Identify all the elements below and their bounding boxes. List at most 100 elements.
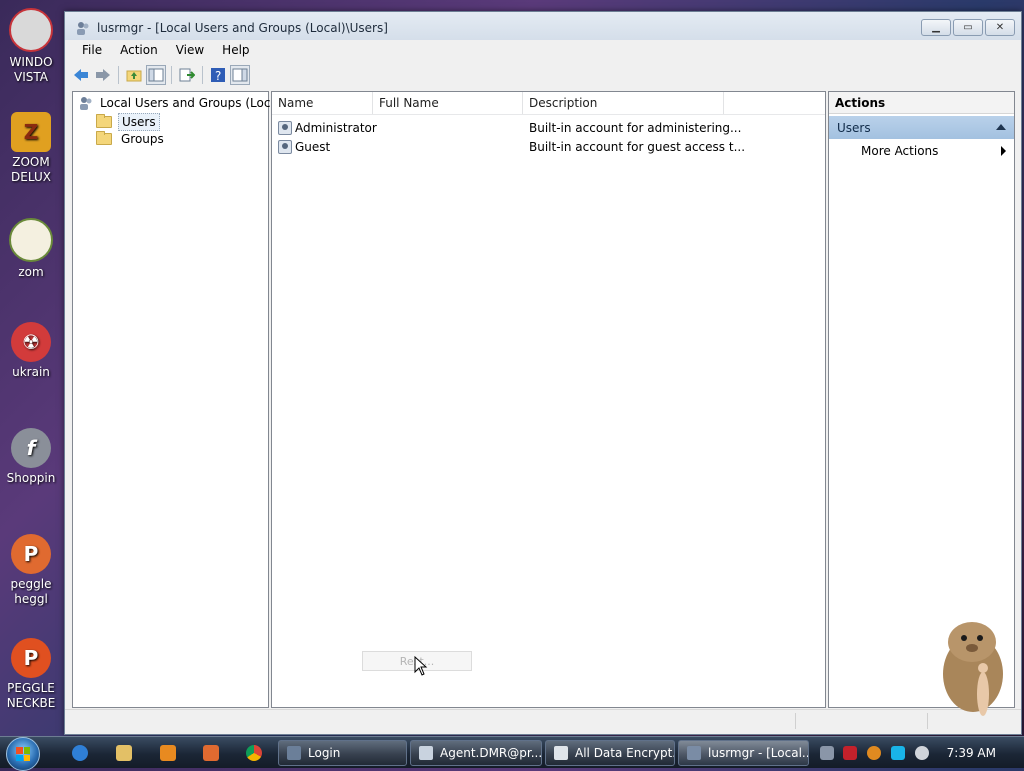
peggle-nights-icon: P — [11, 638, 51, 678]
peggle-icon: P — [11, 534, 51, 574]
table-row[interactable]: Administrator Built-in account for admin… — [272, 118, 825, 137]
close-icon: ✕ — [995, 22, 1005, 33]
start-button[interactable] — [6, 737, 40, 771]
column-full-name[interactable]: Full Name — [373, 92, 523, 114]
taskbar-clock[interactable]: 7:39 AM — [947, 746, 996, 760]
folder-icon — [96, 114, 112, 128]
maximize-button[interactable]: ▭ — [953, 19, 983, 36]
console-tree: Local Users and Groups (Local) Users Gro… — [72, 91, 286, 708]
zoom-icon: Z — [11, 112, 51, 152]
toolbar-separator — [118, 66, 119, 84]
help-icon: ? — [211, 68, 225, 83]
export-list-icon — [179, 68, 195, 82]
mouse-cursor-icon — [414, 656, 428, 676]
taskbar: Login Agent.DMR@pr... All Data Encrypt..… — [0, 736, 1024, 771]
users-list: Name Full Name Description Administrator… — [271, 91, 826, 708]
tree-item-groups[interactable]: Groups — [96, 131, 167, 147]
desktop-character-gadget — [943, 622, 1003, 716]
tree-root-label: Local Users and Groups (Local) — [100, 96, 286, 110]
up-one-level-button[interactable] — [124, 65, 144, 85]
window-title: lusrmgr - [Local Users and Groups (Local… — [97, 20, 388, 35]
media-player-icon[interactable] — [160, 745, 176, 761]
lusrmgr-window: lusrmgr - [Local Users and Groups (Local… — [64, 11, 1022, 735]
tree-item-users-label: Users — [118, 113, 160, 131]
tree-item-users[interactable]: Users — [96, 113, 160, 131]
actions-group-users[interactable]: Users — [829, 116, 1014, 139]
desktop-icon-zom[interactable]: zom — [0, 218, 62, 280]
action-pane-icon — [232, 68, 248, 82]
menu-action[interactable]: Action — [111, 43, 167, 57]
menu-bar: File Action View Help — [65, 40, 1021, 60]
menu-file[interactable]: File — [65, 43, 111, 57]
user-account-icon — [278, 120, 292, 135]
desktop-icon-windows-vista[interactable]: WINDO VISTA — [0, 8, 62, 85]
status-bar — [65, 709, 1021, 734]
actions-title: Actions — [829, 92, 1014, 114]
desktop-icon-zoom-deluxe[interactable]: Z ZOOM DELUX — [0, 112, 62, 185]
actions-group-label: Users — [837, 120, 871, 135]
minimize-icon: ▁ — [932, 22, 940, 33]
collapse-up-icon[interactable] — [996, 124, 1006, 130]
network-tray-icon[interactable] — [820, 746, 834, 760]
desktop-icon-shopping[interactable]: f Shoppin — [0, 428, 62, 486]
volume-tray-icon[interactable] — [915, 746, 929, 760]
toolbar: ? — [71, 63, 1015, 87]
close-button[interactable]: ✕ — [985, 19, 1015, 36]
svg-text:?: ? — [215, 69, 221, 83]
minimize-button[interactable]: ▁ — [921, 19, 951, 36]
tree-root[interactable]: Local Users and Groups (Local) — [78, 95, 289, 111]
toolbar-separator — [202, 66, 203, 84]
toolbar-separator — [171, 66, 172, 84]
flower-icon — [9, 218, 53, 262]
chrome-icon[interactable] — [246, 745, 262, 761]
title-bar[interactable]: lusrmgr - [Local Users and Groups (Local… — [65, 12, 1021, 43]
taskbar-button-lusrmgr[interactable]: lusrmgr - [Local... — [678, 740, 809, 766]
encrypt-app-icon — [554, 746, 568, 760]
show-hide-action-pane-button[interactable] — [230, 65, 250, 85]
taskbar-button-encrypt[interactable]: All Data Encrypt... — [545, 740, 675, 766]
game-launcher-icon[interactable] — [203, 745, 219, 761]
forward-button[interactable] — [93, 65, 113, 85]
tree-item-groups-label: Groups — [121, 132, 164, 146]
back-button[interactable] — [71, 65, 91, 85]
users-groups-icon — [80, 97, 92, 110]
radiation-icon: ☢ — [11, 322, 51, 362]
login-app-icon — [287, 746, 301, 760]
show-hide-console-tree-button[interactable] — [146, 65, 166, 85]
file-explorer-icon[interactable] — [116, 745, 132, 761]
desktop-icon-ukrain[interactable]: ☢ ukrain — [0, 322, 62, 380]
column-description[interactable]: Description — [523, 92, 724, 114]
cell-name: Administrator — [295, 120, 377, 135]
export-list-button[interactable] — [177, 65, 197, 85]
folder-icon — [96, 131, 112, 145]
taskbar-button-agent[interactable]: Agent.DMR@pr... — [410, 740, 542, 766]
lusrmgr-app-icon — [687, 746, 701, 760]
windows-logo-icon — [16, 747, 30, 761]
display-tray-icon[interactable] — [891, 746, 905, 760]
menu-view[interactable]: View — [167, 43, 213, 57]
more-actions-item[interactable]: More Actions — [861, 140, 1014, 162]
maximize-icon: ▭ — [963, 22, 973, 33]
internet-explorer-icon[interactable] — [72, 745, 88, 761]
users-app-icon — [75, 20, 91, 36]
antivirus-tray-icon[interactable] — [843, 746, 857, 760]
cell-description: Built-in account for administering... — [529, 120, 742, 135]
console-tree-icon — [148, 68, 164, 82]
table-row[interactable]: Guest Built-in account for guest access … — [272, 137, 825, 156]
agent-app-icon — [419, 746, 433, 760]
folder-up-icon — [126, 70, 142, 82]
taskbar-button-login[interactable]: Login — [278, 740, 407, 766]
desktop-icon-peggle-nights[interactable]: P PEGGLE NECKBE — [0, 638, 62, 711]
column-name[interactable]: Name — [272, 92, 373, 114]
status-segment — [795, 713, 796, 729]
desktop-icon-peggle[interactable]: P peggle heggl — [0, 534, 62, 607]
menu-help[interactable]: Help — [213, 43, 258, 57]
cell-name: Guest — [295, 139, 331, 154]
list-header: Name Full Name Description — [272, 92, 825, 115]
search-tray-icon[interactable] — [867, 746, 881, 760]
flash-icon: f — [11, 428, 51, 468]
more-actions-label: More Actions — [861, 144, 939, 158]
user-account-icon — [278, 139, 292, 154]
forward-arrow-icon — [96, 69, 110, 81]
help-button[interactable]: ? — [208, 65, 228, 85]
